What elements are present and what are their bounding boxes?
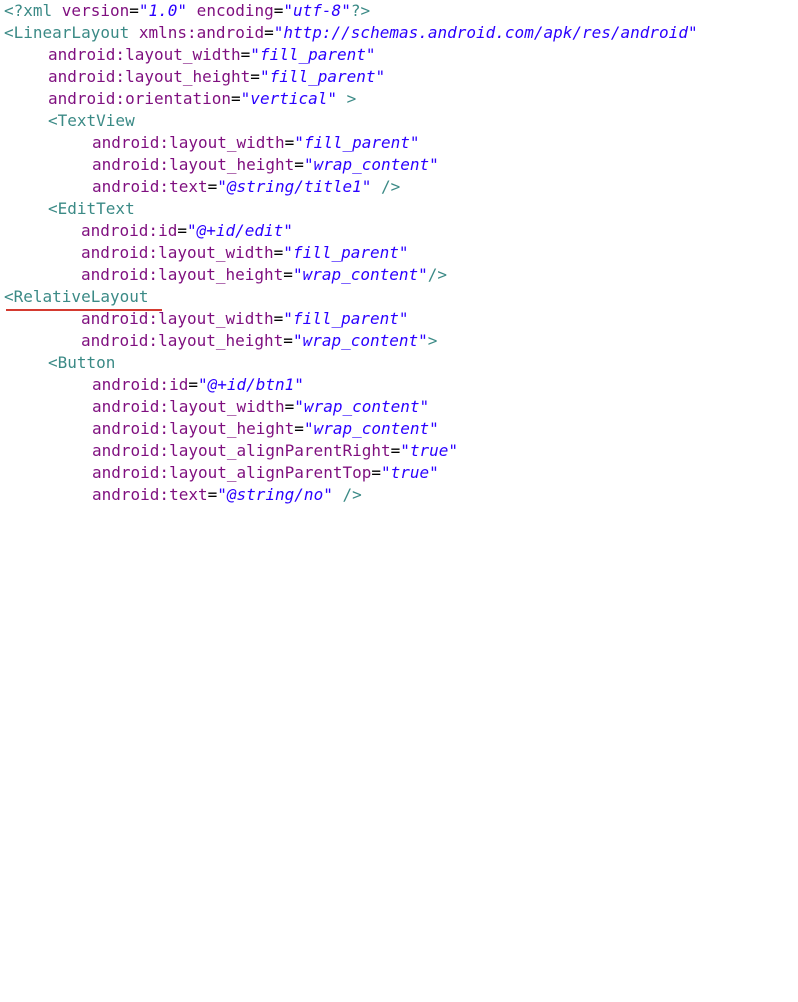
attr-name: android:layout_height xyxy=(81,331,284,350)
tag-linearlayout: <LinearLayout xyxy=(4,23,139,42)
xml-declaration-open: <?xml xyxy=(4,1,62,20)
code-line-8: android:layout_height="wrap_content" xyxy=(92,154,439,176)
tag-close: > xyxy=(337,89,357,108)
equals: = xyxy=(273,1,284,20)
equals: = xyxy=(240,45,251,64)
tag-close: > xyxy=(427,331,438,350)
value-encoding: "utf-8" xyxy=(283,1,351,20)
equals: = xyxy=(250,67,260,86)
equals: = xyxy=(188,375,198,394)
code-line-18: android:id="@+id/btn1" xyxy=(92,374,304,396)
equals: = xyxy=(207,177,218,196)
attr-name: android:layout_width xyxy=(48,45,241,64)
equals: = xyxy=(231,89,241,108)
tag-self-close: /> xyxy=(332,485,362,504)
attr-name: android:layout_width xyxy=(92,397,285,416)
code-line-7: android:layout_width="fill_parent" xyxy=(92,132,420,154)
attr-version: version xyxy=(61,1,130,20)
tag-self-close: /> xyxy=(427,265,448,284)
attr-name: android:orientation xyxy=(48,89,232,108)
attr-value: "vertical" xyxy=(240,89,337,108)
code-line-19: android:layout_width="wrap_content" xyxy=(92,396,429,418)
code-line-14: <RelativeLayout xyxy=(4,286,149,308)
xml-code-editor[interactable]: <?xml version="1.0" encoding="utf-8"?> <… xyxy=(0,0,798,504)
code-line-20: android:layout_height="wrap_content" xyxy=(92,418,439,440)
attr-encoding: encoding xyxy=(187,1,274,20)
attr-value: "wrap_content" xyxy=(292,331,428,350)
code-line-21: android:layout_alignParentRight="true" xyxy=(92,440,458,462)
equals: = xyxy=(371,463,381,482)
equals: = xyxy=(273,243,284,262)
attr-name: android:layout_height xyxy=(48,67,251,86)
attr-value: "@+id/edit" xyxy=(186,221,293,240)
attr-name: android:id xyxy=(81,221,178,240)
code-line-13: android:layout_height="wrap_content"/> xyxy=(81,264,447,286)
tag-edittext: <EditText xyxy=(48,199,135,218)
equals: = xyxy=(177,221,187,240)
code-line-3: android:layout_width="fill_parent" xyxy=(48,44,376,66)
attr-value: "@string/title1" xyxy=(217,177,372,196)
equals: = xyxy=(264,23,274,42)
attr-name: android:layout_alignParentRight xyxy=(92,441,391,460)
attr-value: "wrap_content" xyxy=(294,397,430,416)
attr-value: "true" xyxy=(400,441,459,460)
code-line-12: android:layout_width="fill_parent" xyxy=(81,242,409,264)
value-version: "1.0" xyxy=(138,1,188,20)
attr-value: "fill_parent" xyxy=(283,309,409,328)
code-line-1: <?xml version="1.0" encoding="utf-8"?> xyxy=(4,0,370,22)
code-line-11: android:id="@+id/edit" xyxy=(81,220,293,242)
code-line-9: android:text="@string/title1" /> xyxy=(92,176,400,198)
equals: = xyxy=(283,331,293,350)
equals: = xyxy=(390,441,401,460)
attr-name: android:layout_alignParentTop xyxy=(92,463,372,482)
attr-value: "true" xyxy=(381,463,439,482)
tag-button: <Button xyxy=(48,353,116,372)
code-line-23: android:text="@string/no" /> xyxy=(92,484,362,506)
code-line-15: android:layout_width="fill_parent" xyxy=(81,308,409,330)
attr-value: "@string/no" xyxy=(217,485,333,504)
attr-value: "fill_parent" xyxy=(283,243,409,262)
attr-name: android:layout_width xyxy=(92,133,285,152)
equals: = xyxy=(129,1,139,20)
attr-xmlns: xmlns:android xyxy=(138,23,265,42)
attr-value: "fill_parent" xyxy=(250,45,376,64)
tag-relativelayout: <RelativeLayout xyxy=(4,287,149,306)
code-line-22: android:layout_alignParentTop="true" xyxy=(92,462,439,484)
equals: = xyxy=(284,397,295,416)
tag-self-close: /> xyxy=(371,177,401,196)
xml-declaration-close: ?> xyxy=(350,1,371,20)
attr-value: "fill_parent" xyxy=(259,67,386,86)
code-line-4: android:layout_height="fill_parent" xyxy=(48,66,385,88)
attr-name: android:text xyxy=(92,177,208,196)
code-line-2: <LinearLayout xmlns:android="http://sche… xyxy=(4,22,698,44)
equals: = xyxy=(273,309,284,328)
code-line-10: <EditText xyxy=(48,198,135,220)
code-line-16: android:layout_height="wrap_content"> xyxy=(81,330,437,352)
code-line-5: android:orientation="vertical" > xyxy=(48,88,356,110)
attr-value: "wrap_content" xyxy=(292,265,428,284)
attr-name: android:id xyxy=(92,375,189,394)
attr-value: "wrap_content" xyxy=(303,155,439,174)
attr-value: "@+id/btn1" xyxy=(197,375,304,394)
attr-name: android:layout_height xyxy=(92,419,295,438)
equals: = xyxy=(284,133,295,152)
equals: = xyxy=(283,265,293,284)
attr-value: "fill_parent" xyxy=(294,133,420,152)
tag-textview: <TextView xyxy=(48,111,135,130)
attr-name: android:layout_width xyxy=(81,309,274,328)
attr-name: android:text xyxy=(92,485,208,504)
code-line-6: <TextView xyxy=(48,110,135,132)
equals: = xyxy=(294,155,304,174)
attr-name: android:layout_height xyxy=(92,155,295,174)
value-xmlns: "http://schemas.android.com/apk/res/andr… xyxy=(273,23,698,42)
attr-value: "wrap_content" xyxy=(303,419,439,438)
code-line-17: <Button xyxy=(48,352,115,374)
equals: = xyxy=(207,485,218,504)
attr-name: android:layout_width xyxy=(81,243,274,262)
equals: = xyxy=(294,419,304,438)
attr-name: android:layout_height xyxy=(81,265,284,284)
